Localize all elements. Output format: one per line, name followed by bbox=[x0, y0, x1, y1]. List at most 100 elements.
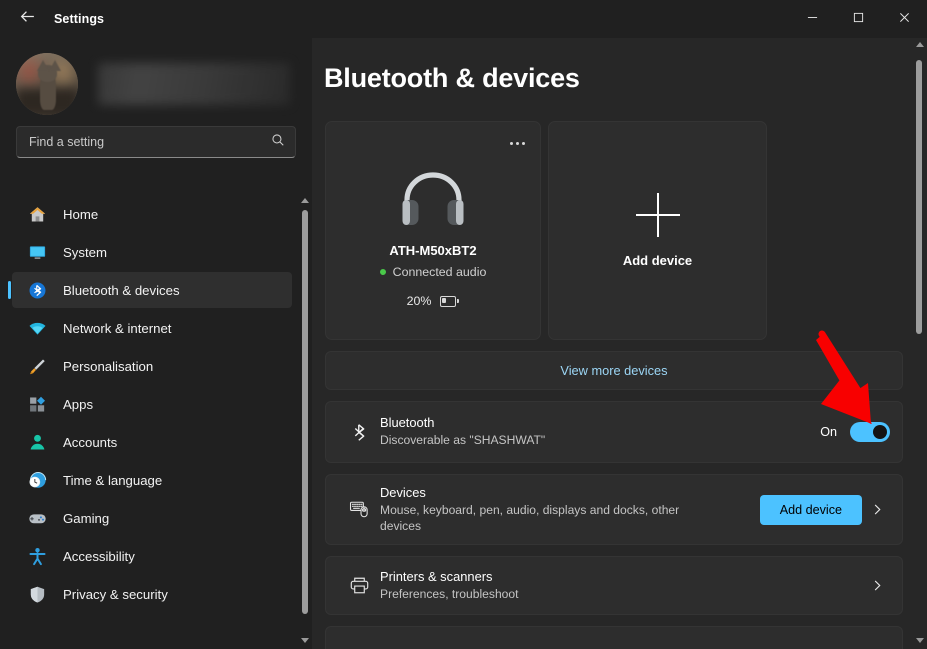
devices-row-subtitle: Mouse, keyboard, pen, audio, displays an… bbox=[380, 502, 700, 535]
sidebar-nav: Home System bbox=[0, 194, 312, 649]
sidebar-item-label: Time & language bbox=[63, 473, 162, 488]
printers-row-title: Printers & scanners bbox=[380, 569, 862, 584]
sidebar-item-label: Accounts bbox=[63, 435, 117, 450]
sidebar-item-label: Home bbox=[63, 207, 98, 222]
sidebar-item-label: Gaming bbox=[63, 511, 109, 526]
devices-row[interactable]: Devices Mouse, keyboard, pen, audio, dis… bbox=[325, 474, 903, 545]
search-container bbox=[0, 116, 312, 158]
next-settings-row-partial[interactable] bbox=[325, 626, 903, 649]
view-more-devices-button[interactable]: View more devices bbox=[325, 351, 903, 390]
devices-row-title: Devices bbox=[380, 485, 760, 500]
avatar bbox=[16, 53, 78, 115]
wifi-icon bbox=[26, 318, 48, 338]
bluetooth-row-texts: Bluetooth Discoverable as "SHASHWAT" bbox=[378, 415, 820, 448]
gamepad-icon bbox=[26, 508, 48, 528]
shield-icon bbox=[26, 584, 48, 604]
printer-icon bbox=[340, 575, 378, 596]
bluetooth-icon bbox=[26, 280, 48, 300]
keyboard-mouse-icon bbox=[340, 499, 378, 520]
close-icon bbox=[899, 10, 910, 28]
sidebar-item-privacy-security[interactable]: Privacy & security bbox=[12, 576, 292, 612]
sidebar-item-gaming[interactable]: Gaming bbox=[12, 500, 292, 536]
back-button[interactable] bbox=[8, 4, 46, 34]
bluetooth-toggle-state-label: On bbox=[820, 425, 837, 439]
headphones-icon bbox=[399, 167, 467, 227]
device-card[interactable]: ATH-M50xBT2 Connected audio 20% bbox=[325, 121, 541, 340]
main-content: Bluetooth & devices ATH-M50xBT2 Connecte… bbox=[312, 38, 927, 649]
account-icon bbox=[26, 432, 48, 452]
sidebar-scrollbar-thumb[interactable] bbox=[302, 210, 308, 614]
sidebar-item-label: System bbox=[63, 245, 107, 260]
device-status-label: Connected audio bbox=[393, 265, 487, 279]
sidebar-item-system[interactable]: System bbox=[12, 234, 292, 270]
more-options-icon[interactable] bbox=[504, 132, 530, 154]
sidebar-scrollbar[interactable] bbox=[298, 194, 312, 649]
back-arrow-icon bbox=[19, 8, 36, 30]
plus-icon bbox=[636, 193, 680, 237]
sidebar-item-bluetooth-devices[interactable]: Bluetooth & devices bbox=[12, 272, 292, 308]
add-device-card[interactable]: Add device bbox=[548, 121, 767, 340]
minimize-icon bbox=[807, 10, 818, 28]
printers-scanners-row[interactable]: Printers & scanners Preferences, trouble… bbox=[325, 556, 903, 615]
maximize-button[interactable] bbox=[835, 0, 881, 38]
device-status: Connected audio bbox=[380, 265, 487, 279]
sidebar-item-personalisation[interactable]: Personalisation bbox=[12, 348, 292, 384]
main-scrollbar-thumb[interactable] bbox=[916, 60, 922, 334]
bluetooth-icon bbox=[340, 422, 378, 443]
settings-window: Settings bbox=[0, 0, 927, 649]
bluetooth-row-subtitle: Discoverable as "SHASHWAT" bbox=[380, 432, 820, 448]
scroll-up-arrow-icon[interactable] bbox=[916, 42, 924, 47]
battery-low-icon bbox=[440, 296, 459, 307]
sidebar-item-label: Accessibility bbox=[63, 549, 135, 564]
sidebar-item-home[interactable]: Home bbox=[12, 196, 292, 232]
chevron-right-icon[interactable] bbox=[862, 503, 892, 516]
battery-percentage: 20% bbox=[407, 294, 432, 308]
sidebar-item-label: Personalisation bbox=[63, 359, 153, 374]
sidebar-item-network-internet[interactable]: Network & internet bbox=[12, 310, 292, 346]
app-title: Settings bbox=[54, 12, 104, 26]
paintbrush-icon bbox=[26, 356, 48, 376]
sidebar-item-time-language[interactable]: Time & language bbox=[12, 462, 292, 498]
minimize-button[interactable] bbox=[789, 0, 835, 38]
page-title: Bluetooth & devices bbox=[312, 38, 927, 94]
device-battery: 20% bbox=[407, 294, 460, 308]
close-button[interactable] bbox=[881, 0, 927, 38]
bluetooth-toggle-switch[interactable] bbox=[850, 422, 890, 442]
status-indicator-dot bbox=[380, 269, 386, 275]
add-device-card-label: Add device bbox=[623, 253, 692, 268]
apps-icon bbox=[26, 394, 48, 414]
scroll-down-arrow-icon[interactable] bbox=[301, 638, 309, 643]
clock-globe-icon bbox=[26, 470, 48, 490]
sidebar-item-label: Privacy & security bbox=[63, 587, 168, 602]
device-cards-row: ATH-M50xBT2 Connected audio 20% Add devi… bbox=[312, 94, 927, 340]
user-profile[interactable] bbox=[0, 38, 312, 116]
sidebar-item-accessibility[interactable]: Accessibility bbox=[12, 538, 292, 574]
bluetooth-row-title: Bluetooth bbox=[380, 415, 820, 430]
device-name: ATH-M50xBT2 bbox=[389, 243, 476, 258]
scroll-down-arrow-icon[interactable] bbox=[916, 638, 924, 643]
home-icon bbox=[26, 204, 48, 224]
account-name-redacted bbox=[98, 63, 290, 105]
maximize-icon bbox=[853, 10, 864, 28]
printers-row-subtitle: Preferences, troubleshoot bbox=[380, 586, 862, 602]
sidebar-item-label: Apps bbox=[63, 397, 93, 412]
printers-row-texts: Printers & scanners Preferences, trouble… bbox=[378, 569, 862, 602]
title-bar: Settings bbox=[0, 0, 927, 38]
bluetooth-toggle-row[interactable]: Bluetooth Discoverable as "SHASHWAT" On bbox=[325, 401, 903, 463]
sidebar: Home System bbox=[0, 38, 312, 649]
search-input[interactable] bbox=[29, 135, 271, 149]
main-scrollbar[interactable] bbox=[911, 38, 927, 649]
sidebar-item-accounts[interactable]: Accounts bbox=[12, 424, 292, 460]
view-more-devices-label: View more devices bbox=[560, 363, 667, 378]
sidebar-item-label: Bluetooth & devices bbox=[63, 283, 180, 298]
accessibility-icon bbox=[26, 546, 48, 566]
scroll-up-arrow-icon[interactable] bbox=[301, 198, 309, 203]
sidebar-item-apps[interactable]: Apps bbox=[12, 386, 292, 422]
system-icon bbox=[26, 242, 48, 262]
search-icon bbox=[271, 133, 285, 152]
add-device-button[interactable]: Add device bbox=[760, 495, 862, 525]
devices-row-texts: Devices Mouse, keyboard, pen, audio, dis… bbox=[378, 485, 760, 535]
search-box[interactable] bbox=[16, 126, 296, 158]
window-controls bbox=[789, 0, 927, 38]
chevron-right-icon[interactable] bbox=[862, 579, 892, 592]
